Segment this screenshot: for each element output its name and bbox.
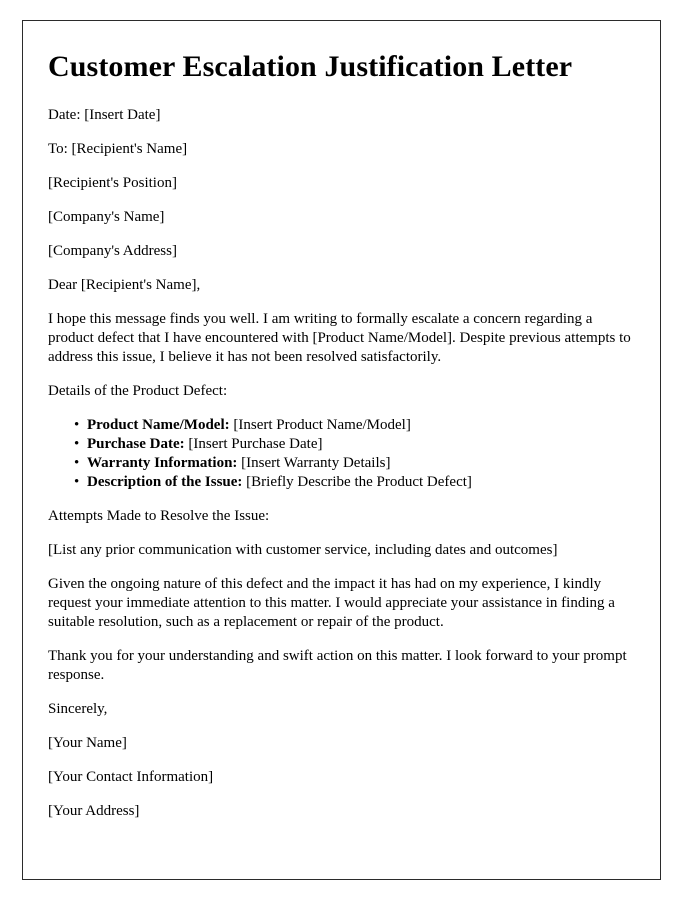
document-page: Customer Escalation Justification Letter… [22, 20, 661, 880]
signature-your-name: [Your Name] [48, 735, 127, 752]
document-content: Customer Escalation Justification Letter… [23, 21, 660, 821]
list-item-label: Purchase Date: [87, 436, 185, 453]
salutation-line: Dear [Recipient's Name], [48, 277, 201, 294]
list-item: Description of the Issue: [Briefly Descr… [48, 473, 634, 492]
company-address-line: [Company's Address] [48, 243, 177, 260]
recipient-position-line: [Recipient's Position] [48, 175, 177, 192]
thanks-paragraph: Thank you for your understanding and swi… [48, 648, 627, 684]
list-item-value: [Insert Warranty Details] [237, 455, 391, 472]
page-title: Customer Escalation Justification Letter [48, 50, 573, 83]
attempts-placeholder: [List any prior communication with custo… [48, 542, 558, 559]
list-item-label: Description of the Issue: [87, 474, 243, 491]
opening-paragraph: I hope this message finds you well. I am… [48, 311, 631, 366]
attempts-heading: Attempts Made to Resolve the Issue: [48, 508, 270, 525]
list-item-value: [Insert Product Name/Model] [229, 417, 411, 434]
company-name-line: [Company's Name] [48, 209, 165, 226]
details-heading: Details of the Product Defect: [48, 383, 228, 400]
list-item-label: Product Name/Model: [87, 417, 230, 434]
date-line: Date: [Insert Date] [48, 107, 161, 124]
product-defect-detail-list: Product Name/Model: [Insert Product Name… [48, 416, 634, 492]
list-item-value: [Insert Purchase Date] [184, 436, 323, 453]
list-item: Product Name/Model: [Insert Product Name… [48, 416, 634, 435]
signature-your-contact: [Your Contact Information] [48, 769, 214, 786]
list-item: Purchase Date: [Insert Purchase Date] [48, 435, 634, 454]
closing-line: Sincerely, [48, 701, 108, 718]
list-item-value: [Briefly Describe the Product Defect] [242, 474, 472, 491]
signature-your-address: [Your Address] [48, 803, 140, 820]
list-item: Warranty Information: [Insert Warranty D… [48, 454, 634, 473]
list-item-label: Warranty Information: [87, 455, 238, 472]
request-paragraph: Given the ongoing nature of this defect … [48, 576, 615, 631]
recipient-name-line: To: [Recipient's Name] [48, 141, 188, 158]
